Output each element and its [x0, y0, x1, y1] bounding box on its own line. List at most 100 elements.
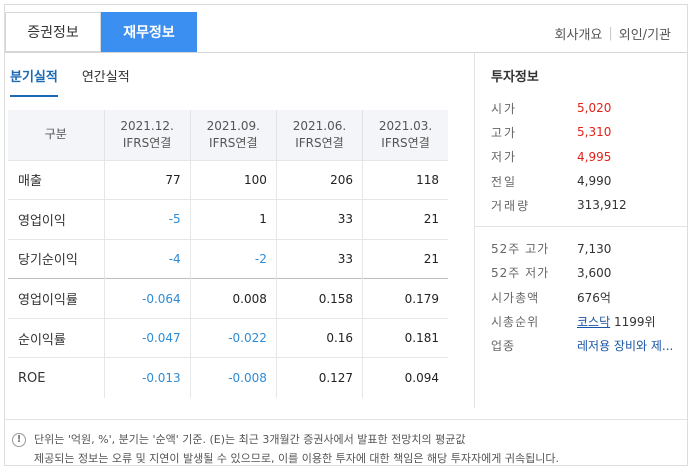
- header-period: 2021.03. IFRS연결: [362, 110, 448, 160]
- row-label: ROE: [8, 357, 104, 398]
- tab-financial-info[interactable]: 재무정보: [101, 12, 197, 52]
- table-cell: 100: [189, 159, 277, 200]
- table-cell: 21: [362, 238, 448, 279]
- row-key: 시가: [491, 101, 518, 116]
- table-cell: 0.179: [362, 278, 448, 319]
- tab-underline: [5, 52, 687, 53]
- table-cell: 118: [362, 159, 448, 200]
- table-cell: -5: [103, 199, 191, 240]
- row-key: 저가: [491, 150, 518, 165]
- table-cell: -0.047: [103, 317, 191, 358]
- row-key: 52주 고가: [491, 242, 550, 257]
- table-cell: 0.127: [275, 357, 363, 398]
- market-rank-row: 시총순위 코스닥 1199위: [491, 309, 691, 333]
- top-tabs: 증권정보 재무정보: [5, 12, 197, 52]
- table-cell: -2: [189, 238, 277, 279]
- warning-icon: !: [12, 432, 26, 447]
- row-key: 고가: [491, 125, 518, 140]
- table-cell: -0.013: [103, 357, 191, 398]
- link-separator: |: [608, 26, 613, 41]
- table-cell: 206: [275, 159, 363, 200]
- period-basis: IFRS연결: [381, 135, 430, 150]
- period-date: 2021.09.: [206, 118, 260, 133]
- header-label: 구분: [8, 110, 104, 160]
- week52-high-row: 52주 고가 7,130: [491, 236, 691, 260]
- period-date: 2021.03.: [378, 118, 433, 133]
- row-value: 676억: [577, 290, 611, 305]
- table-body: 매출 77 100 206 118 영업이익 -5 1 33 21 당기순이익 -4 -2 33 21 영업이…: [8, 159, 448, 398]
- table-row: 순이익률 -0.047 -0.022 0.16 0.181: [8, 317, 448, 358]
- week52-low-row: 52주 저가 3,600: [491, 261, 691, 285]
- note-text-1: 단위는 '억원, %', 분기는 '순액' 기준. (E)는 최근 3개월간 증…: [34, 433, 466, 446]
- row-label: 영업이익률: [8, 278, 104, 319]
- row-key: 시총순위: [491, 315, 540, 330]
- table-cell: -4: [103, 238, 191, 279]
- sub-tabs: 분기실적 연간실적: [10, 66, 154, 97]
- table-row: 영업이익률 -0.064 0.008 0.158 0.179: [8, 278, 448, 319]
- row-key: 52주 저가: [491, 266, 550, 281]
- link-company-overview[interactable]: 회사개요: [555, 24, 603, 43]
- price-high-row: 고가 5,310: [491, 120, 691, 144]
- invest-title: 투자정보: [491, 70, 539, 85]
- note-line-2: 제공되는 정보는 오류 및 지연이 발생될 수 있으므로, 이를 이용한 투자에…: [12, 449, 687, 468]
- price-open-row: 시가 5,020: [491, 96, 691, 120]
- row-label: 순이익률: [8, 317, 104, 358]
- row-value: 313,912: [577, 198, 627, 213]
- financial-table: 구분 2021.12. IFRS연결 2021.09. IFRS연결 2021.06…: [8, 110, 448, 398]
- tab-stock-info[interactable]: 증권정보: [5, 12, 101, 52]
- row-value: 7,130: [577, 241, 612, 256]
- period-basis: IFRS연결: [209, 135, 258, 150]
- period-date: 2021.12.: [120, 118, 174, 133]
- volume-row: 거래량 313,912: [491, 193, 691, 217]
- period-basis: IFRS연결: [295, 135, 344, 150]
- row-value: 4,990: [577, 174, 612, 189]
- row-value: 레저용 장비와 제...: [577, 337, 673, 354]
- table-cell: 21: [362, 199, 448, 240]
- table-row: 당기순이익 -4 -2 33 21: [8, 238, 448, 279]
- table-row: 매출 77 100 206 118: [8, 159, 448, 200]
- price-low-row: 저가 4,995: [491, 145, 691, 169]
- period-basis: IFRS연결: [122, 135, 172, 150]
- market-link[interactable]: 코스닥: [577, 315, 610, 329]
- investment-info-panel: 투자정보 시가 5,020 고가 5,310 저가 4,995 전일 4,990 거래량…: [475, 66, 691, 358]
- table-cell: -0.008: [189, 357, 277, 398]
- price-prev-row: 전일 4,990: [491, 169, 691, 193]
- row-value: 4,995: [577, 149, 612, 164]
- table-cell: 0.158: [275, 278, 363, 319]
- header-period: 2021.12. IFRS연결: [103, 110, 191, 160]
- note-line-1: ! 단위는 '억원, %', 분기는 '순액' 기준. (E)는 최근 3개월간…: [12, 430, 687, 449]
- table-cell: 0.16: [275, 317, 363, 358]
- tab-annual[interactable]: 연간실적: [82, 66, 130, 97]
- panel-divider: [474, 53, 475, 408]
- row-value: 코스닥 1199위: [577, 313, 656, 330]
- header-period: 2021.09. IFRS연결: [189, 110, 277, 160]
- row-label: 당기순이익: [8, 238, 104, 279]
- row-key: 거래량: [491, 198, 531, 213]
- row-key: 업종: [491, 339, 516, 354]
- market-cap-row: 시가총액 676억: [491, 285, 691, 309]
- link-foreign-institution[interactable]: 외인/기관: [619, 24, 671, 43]
- row-label: 영업이익: [8, 199, 104, 240]
- row-value: 5,310: [577, 125, 612, 140]
- table-row: ROE -0.013 -0.008 0.127 0.094: [8, 357, 448, 398]
- industry-row: 업종 레저용 장비와 제...: [491, 334, 691, 358]
- table-cell: -0.022: [189, 317, 277, 358]
- header-period: 2021.06. IFRS연결: [275, 110, 363, 160]
- table-cell: -0.064: [103, 278, 191, 319]
- row-key: 전일: [491, 174, 518, 189]
- row-label: 매출: [8, 159, 104, 200]
- industry-link[interactable]: 레저용 장비와 제...: [577, 339, 673, 353]
- table-header-row: 구분 2021.12. IFRS연결 2021.09. IFRS연결 2021.06…: [8, 110, 448, 160]
- note-text-2: 제공되는 정보는 오류 및 지연이 발생될 수 있으므로, 이를 이용한 투자에…: [34, 452, 559, 465]
- section-divider: [475, 226, 687, 228]
- table-cell: 0.094: [362, 357, 448, 398]
- rank-value: 1199위: [613, 315, 656, 330]
- tab-quarterly[interactable]: 분기실적: [10, 66, 58, 97]
- table-cell: 77: [103, 159, 191, 200]
- row-value: 5,020: [577, 101, 612, 116]
- row-value: 3,600: [577, 265, 612, 280]
- table-cell: 33: [275, 199, 363, 240]
- top-links: 회사개요 | 외인/기관: [555, 24, 671, 43]
- table-row: 영업이익 -5 1 33 21: [8, 199, 448, 240]
- table-cell: 0.008: [189, 278, 277, 319]
